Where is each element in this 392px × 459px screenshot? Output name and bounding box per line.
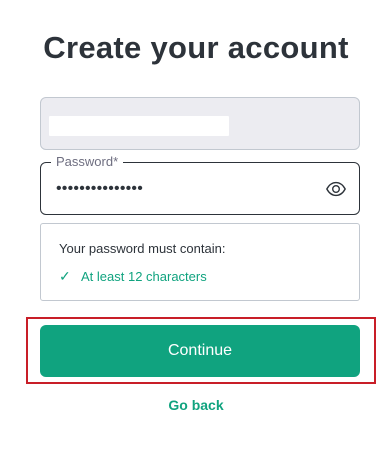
- password-label: Password*: [51, 154, 124, 170]
- go-back-link[interactable]: Go back: [0, 397, 392, 413]
- password-value[interactable]: •••••••••••••••: [56, 179, 143, 199]
- requirement-text: At least 12 characters: [81, 269, 207, 284]
- continue-button[interactable]: Continue: [40, 325, 360, 377]
- email-field[interactable]: [40, 97, 360, 150]
- checkmark-icon: ✓: [59, 268, 71, 284]
- requirements-heading: Your password must contain:: [59, 241, 226, 256]
- password-field[interactable]: Password* •••••••••••••••: [40, 154, 360, 215]
- page-title: Create your account: [43, 30, 349, 65]
- signup-page: Create your account Password* ••••••••••…: [0, 0, 392, 459]
- redacted-email-value: [49, 116, 229, 136]
- eye-icon[interactable]: [325, 178, 347, 200]
- password-requirements: Your password must contain: ✓ At least 12…: [40, 223, 360, 301]
- requirement-item: ✓ At least 12 characters: [59, 268, 207, 285]
